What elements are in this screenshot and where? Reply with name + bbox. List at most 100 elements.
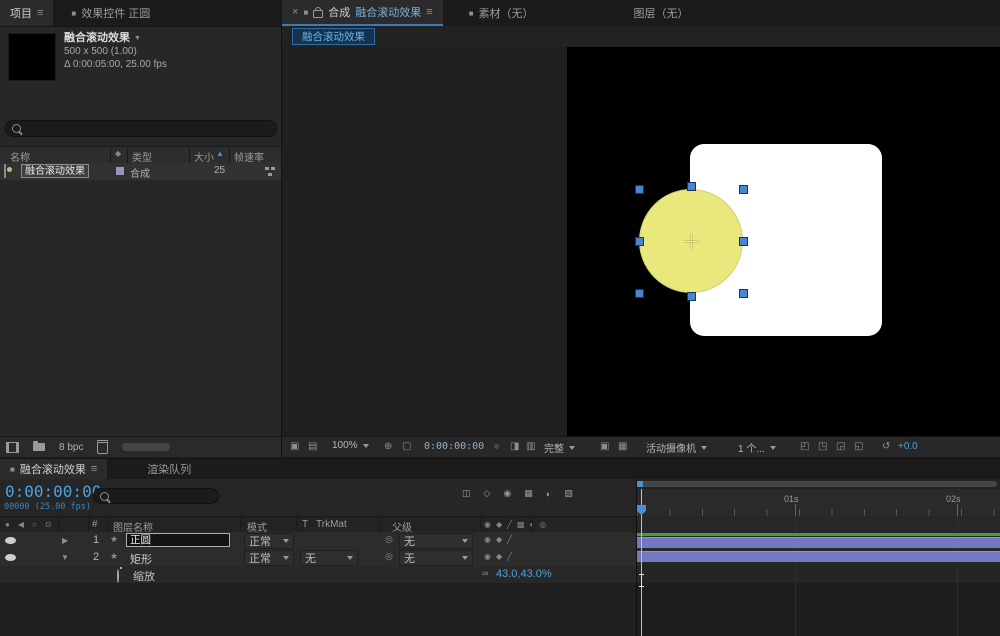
col-trkmat[interactable]: TrkMat [316,519,347,530]
collapse-switch-icon[interactable]: ◉ [484,535,491,544]
mode-dropdown[interactable]: 正常 [244,550,294,566]
layer-name[interactable]: 矩形 [130,551,152,567]
show-snapshot-icon[interactable]: ◨ [510,441,519,452]
eye-icon[interactable] [5,554,16,561]
layer-bar-2[interactable] [637,551,1000,562]
pixel-aspect-icon[interactable]: ◰ [800,441,809,452]
bpc-button[interactable]: 8 bpc [59,442,83,453]
selection-handle[interactable] [687,292,696,301]
fx-switch-icon[interactable]: ╱ [507,535,512,544]
layer-row-2[interactable]: ▼ 2 ★ 矩形 正常 无 ◎ 无 ◉ ◆ ╱ [0,549,636,567]
camera-dropdown[interactable]: 活动摄像机 [646,440,707,455]
target-icon[interactable]: ⊕ [384,441,392,452]
comp-viewer[interactable] [282,47,1000,437]
new-folder-icon[interactable] [33,443,45,451]
exposure-value[interactable]: +0.0 [898,441,918,452]
tab-timeline-comp[interactable]: ■ 融合滚动效果 ≡ [0,459,107,479]
selection-handle[interactable] [687,182,696,191]
chevron-down-icon[interactable]: ▼ [134,32,141,45]
label-column-icon[interactable]: ◆ [115,149,121,158]
layer-bar-1[interactable] [637,537,1000,548]
selection-handle[interactable] [635,289,644,298]
quality-switch-icon[interactable]: ◆ [496,520,502,529]
col-type[interactable]: 类型 [132,149,152,164]
collapse-switch-icon[interactable]: ◉ [484,552,491,561]
selection-handle[interactable] [739,237,748,246]
frame-blend-icon[interactable]: ▦ [524,488,533,499]
col-name[interactable]: 名称 [10,149,30,164]
reset-exposure-icon[interactable]: ↺ [882,441,890,452]
mask-visibility-icon[interactable]: ▢ [402,441,411,452]
transparency-grid-icon[interactable]: ▦ [618,441,627,452]
resolution-dropdown[interactable]: 完整 [544,440,575,455]
quality-switch-icon[interactable]: ◆ [496,535,502,544]
fast-preview-icon[interactable]: ◳ [818,441,827,452]
tab-composition[interactable]: × ■ 合成 融合滚动效果 ≡ [282,0,443,26]
flowchart-button-icon[interactable]: ◱ [854,441,863,452]
tab-render-queue[interactable]: 渲染队列 [137,459,201,479]
col-framerate[interactable]: 帧速率 [234,149,264,164]
selection-handle[interactable] [739,289,748,298]
tab-effect-controls[interactable]: ■ 效果控件 正圆 [61,0,160,26]
solo-column-icon[interactable]: ○ [32,520,37,529]
workarea-start-marker[interactable] [637,481,643,487]
lock-column-icon[interactable]: ⊙ [45,520,52,529]
rasterize-switch-icon[interactable]: ▩ [517,520,525,529]
comp-canvas[interactable] [567,47,1000,437]
tab-footage[interactable]: ■ 素材（无） [459,0,544,26]
mini-flowchart-icon[interactable]: ◫ [462,488,471,499]
audio-column-icon[interactable]: ◀ [18,520,24,529]
comp-name[interactable]: 融合滚动效果 [64,32,130,45]
navigator-handle[interactable] [640,481,997,487]
stopwatch-icon[interactable] [117,569,119,583]
viewer-tab[interactable]: 融合滚动效果 [292,28,375,45]
fx-switch-icon[interactable]: ╱ [507,552,512,561]
motion-blur-icon[interactable]: ◐ [546,489,551,499]
toolbar-timecode[interactable]: 0:00:00:00 [424,441,484,452]
timeline-button-icon[interactable]: ◲ [836,441,845,452]
tab-project[interactable]: 项目 ≡ [0,0,53,26]
expand-caret-icon[interactable]: ▶ [62,536,68,545]
selection-handle[interactable] [635,185,644,194]
time-ruler[interactable]: 01s 02s [637,489,1000,517]
row-name[interactable]: 融合滚动效果 [21,164,89,178]
property-row-scale[interactable]: 缩放 ∞ 43.0,43.0% [0,566,636,584]
interpret-footage-icon[interactable] [6,442,19,453]
view-layout-dropdown[interactable]: 1 个... [738,440,776,455]
quality-switch-icon[interactable]: ◆ [496,552,502,561]
timeline-search-input[interactable] [113,490,212,503]
col-t[interactable]: T [302,519,308,530]
layer-row-1[interactable]: ▶ 1 ★ 正圆 正常 ◎ 无 ◉ ◆ ╱ [0,532,636,550]
col-size[interactable]: 大小 [194,149,214,164]
work-area-bar[interactable] [637,533,1000,536]
anchor-point-icon[interactable] [684,234,699,249]
timeline-timecode[interactable]: 0:00:00:00 [5,482,101,501]
fx-switch-icon[interactable]: ╱ [507,520,512,529]
shy-icon[interactable]: ◉ [503,488,511,499]
project-search[interactable] [5,120,277,137]
property-value[interactable]: 43.0,43.0% [496,568,552,580]
sort-asc-icon[interactable]: ▲ [216,149,224,158]
roi-icon[interactable]: ▣ [600,441,609,452]
trkmat-dropdown[interactable]: 无 [300,550,358,566]
timeline-search[interactable] [93,488,219,504]
threed-switch-icon[interactable]: ◎ [539,520,546,529]
pickwhip-icon[interactable]: ◎ [385,551,393,562]
collapse-switch-icon[interactable]: ◉ [484,520,491,529]
menu-icon[interactable]: ≡ [91,463,97,475]
layer-name-editbox[interactable]: 正圆 [126,533,230,547]
table-row[interactable]: 融合滚动效果 合成 25 [0,163,281,180]
lock-icon[interactable] [313,10,323,18]
col-number[interactable]: # [92,519,98,530]
menu-icon[interactable]: ≡ [426,6,432,18]
selection-handle[interactable] [635,237,644,246]
menu-icon[interactable]: ≡ [37,7,43,19]
video-column-icon[interactable]: ● [5,520,10,529]
parent-dropdown[interactable]: 无 [399,533,473,549]
pickwhip-icon[interactable]: ◎ [385,534,393,545]
tab-layer[interactable]: 图层（无） [624,0,699,26]
link-dimensions-icon[interactable]: ∞ [482,568,488,578]
timeline-right[interactable]: 01s 02s [637,479,1000,636]
parent-dropdown[interactable]: 无 [399,550,473,566]
zoom-dropdown[interactable]: 100% [332,440,369,451]
